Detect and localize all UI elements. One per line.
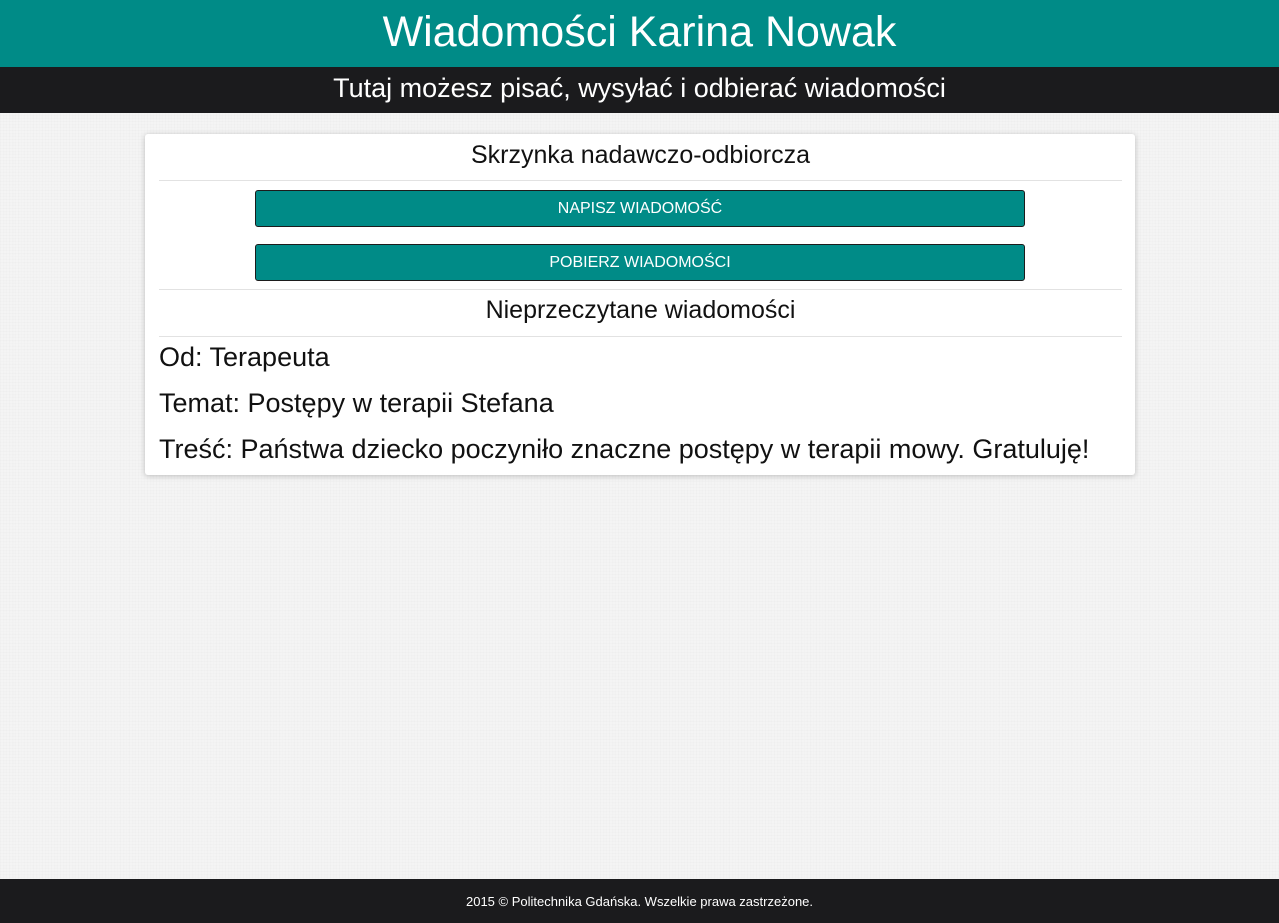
- mailbox-title: Skrzynka nadawczo-odbiorcza: [470, 141, 811, 169]
- page-footer: 2015 © Politechnika Gdańska. Wszelkie pr…: [0, 879, 1279, 923]
- divider: [159, 180, 1122, 181]
- message-from: Od: Terapeuta: [159, 342, 330, 372]
- unread-messages-title: Nieprzeczytane wiadomości: [485, 296, 796, 324]
- divider: [159, 289, 1122, 290]
- page-subtitle: Tutaj możesz pisać, wysyłać i odbierać w…: [0, 67, 1279, 113]
- page-title: Wiadomości Karina Nowak: [382, 8, 897, 56]
- message-subject: Temat: Postępy w terapii Stefana: [159, 388, 554, 418]
- footer-text: 2015 © Politechnika Gdańska. Wszelkie pr…: [465, 894, 814, 909]
- divider: [159, 336, 1122, 337]
- mailbox-panel: Skrzynka nadawczo-odbiorcza Napisz wiado…: [145, 134, 1135, 475]
- fetch-messages-button[interactable]: Pobierz wiadomości: [255, 244, 1025, 281]
- page-header: Wiadomości Karina Nowak: [0, 0, 1279, 67]
- write-message-button[interactable]: Napisz wiadomość: [255, 190, 1025, 227]
- message-body: Treść: Państwa dziecko poczyniło znaczne…: [159, 434, 1090, 464]
